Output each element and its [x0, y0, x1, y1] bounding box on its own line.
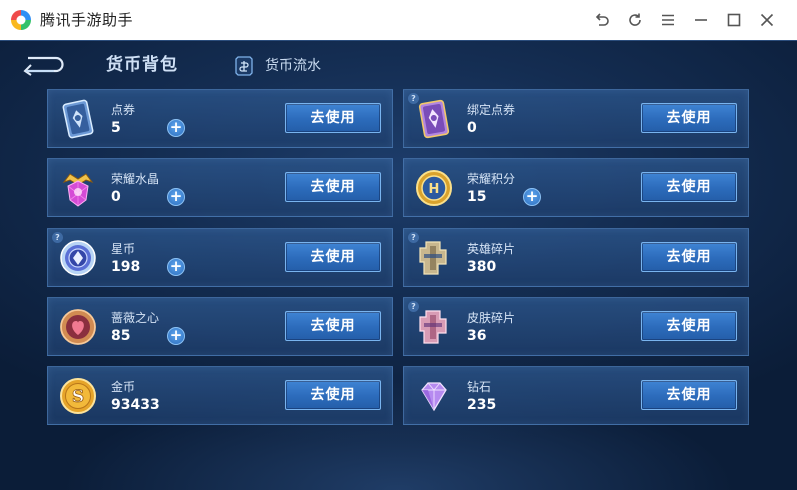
currency-card: S 金币 93433 去使用	[47, 366, 393, 425]
currency-amount: 0	[467, 120, 477, 136]
currency-amount: 198	[111, 259, 141, 275]
skin-fragment-icon	[412, 305, 456, 349]
bound-voucher-card-icon	[412, 97, 456, 141]
currency-name: 点券	[111, 103, 136, 117]
app-title: 腾讯手游助手	[40, 11, 134, 29]
currency-amount: 380	[467, 259, 497, 275]
use-button[interactable]: 去使用	[285, 103, 381, 133]
page-title: 货币背包	[106, 55, 178, 75]
add-currency-button[interactable]: +	[167, 327, 185, 345]
use-button[interactable]: 去使用	[285, 380, 381, 410]
minimize-icon	[695, 19, 707, 21]
currency-name: 星币	[111, 242, 136, 256]
currency-amount: 5	[111, 120, 121, 136]
currency-name: 荣耀水晶	[111, 172, 160, 186]
currency-name: 皮肤碎片	[467, 311, 516, 325]
currency-name: 绑定点券	[467, 103, 516, 117]
currency-card: H 荣耀积分 15 + 去使用	[403, 158, 749, 217]
use-button[interactable]: 去使用	[641, 311, 737, 341]
use-button[interactable]: 去使用	[285, 311, 381, 341]
currency-card: ? 皮肤碎片 36 去使用	[403, 297, 749, 356]
glory-crystal-icon	[56, 166, 100, 210]
refresh-icon	[629, 13, 641, 26]
menu-button[interactable]	[656, 8, 680, 32]
star-coin-icon	[56, 236, 100, 280]
add-currency-button[interactable]: +	[523, 188, 541, 206]
undo-button[interactable]	[590, 8, 614, 32]
currency-card: ? 绑定点券 0 去使用	[403, 89, 749, 148]
rose-heart-icon	[56, 305, 100, 349]
use-button[interactable]: 去使用	[285, 242, 381, 272]
currency-card: ? 英雄碎片 380 去使用	[403, 228, 749, 287]
refresh-button[interactable]	[623, 8, 647, 32]
tencent-assistant-logo-icon	[11, 10, 31, 30]
currency-amount: 36	[467, 328, 487, 344]
hero-fragment-icon	[412, 236, 456, 280]
currency-flow-icon[interactable]	[234, 55, 254, 77]
currency-amount: 235	[467, 397, 497, 413]
close-button[interactable]	[755, 8, 779, 32]
add-currency-button[interactable]: +	[167, 258, 185, 276]
currency-card: ? 星币 198 + 去使用	[47, 228, 393, 287]
svg-text:S: S	[72, 387, 84, 407]
use-button[interactable]: 去使用	[641, 242, 737, 272]
currency-name: 金币	[111, 380, 136, 394]
glory-points-coin-icon: H	[412, 166, 456, 210]
currency-name: 蔷薇之心	[111, 311, 160, 325]
currency-card: 点券 5 + 去使用	[47, 89, 393, 148]
back-arrow-icon[interactable]	[20, 54, 64, 76]
voucher-card-icon	[56, 97, 100, 141]
close-icon	[760, 13, 774, 27]
gold-coin-icon: S	[56, 374, 100, 418]
diamond-icon	[412, 374, 456, 418]
use-button[interactable]: 去使用	[641, 172, 737, 202]
game-screen: 货币背包 货币流水 点券 5 + 去使用? 绑定点券 0 去使用 荣耀水晶 0 + 去使用 H荣…	[0, 40, 797, 490]
svg-text:H: H	[429, 182, 440, 197]
currency-name: 荣耀积分	[467, 172, 516, 186]
use-button[interactable]: 去使用	[641, 380, 737, 410]
currency-name: 钻石	[467, 380, 492, 394]
add-currency-button[interactable]: +	[167, 188, 185, 206]
currency-card: 荣耀水晶 0 + 去使用	[47, 158, 393, 217]
currency-card: 钻石 235 去使用	[403, 366, 749, 425]
maximize-button[interactable]	[722, 8, 746, 32]
currency-card: 蔷薇之心 85 + 去使用	[47, 297, 393, 356]
emulator-titlebar: 腾讯手游助手	[0, 0, 797, 40]
currency-flow-link[interactable]: 货币流水	[265, 57, 321, 75]
use-button[interactable]: 去使用	[641, 103, 737, 133]
minimize-button[interactable]	[689, 8, 713, 32]
currency-name: 英雄碎片	[467, 242, 516, 256]
undo-icon	[595, 13, 609, 26]
currency-amount: 0	[111, 189, 121, 205]
use-button[interactable]: 去使用	[285, 172, 381, 202]
currency-amount: 93433	[111, 397, 160, 413]
maximize-icon	[727, 13, 741, 27]
add-currency-button[interactable]: +	[167, 119, 185, 137]
currency-amount: 15	[467, 189, 487, 205]
currency-amount: 85	[111, 328, 131, 344]
menu-icon	[662, 14, 674, 26]
